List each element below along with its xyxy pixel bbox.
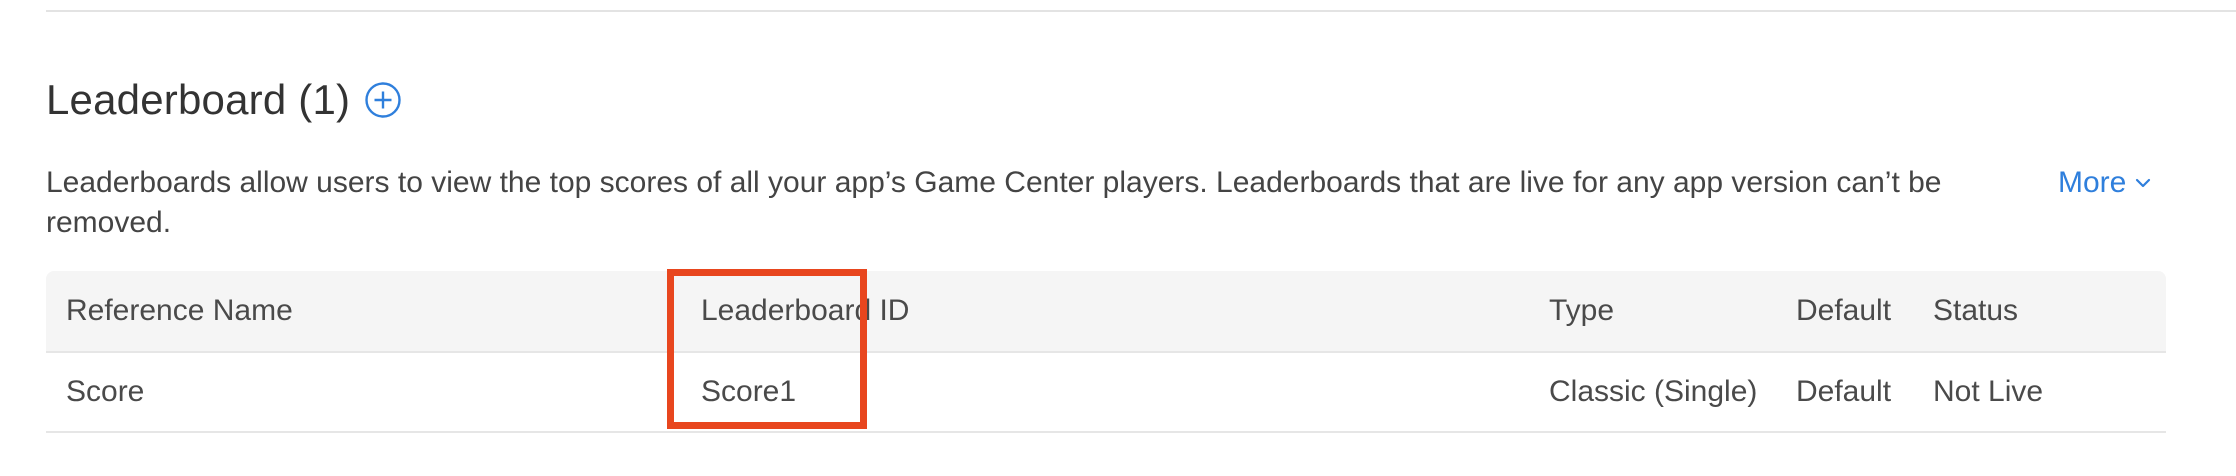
leaderboard-id-cell: Score1 [701,375,797,408]
leaderboard-section: Leaderboard (1) Leaderboards allow users… [46,0,2166,476]
column-header-status[interactable]: Status [1933,271,2018,351]
more-label: More [2058,166,2127,199]
section-title: Leaderboard (1) [46,76,351,123]
reference-name-link[interactable]: Score [66,353,144,431]
section-description: Leaderboards allow users to view the top… [46,166,1942,239]
column-header-type[interactable]: Type [1549,271,1614,351]
status-cell: Not Live [1933,375,2044,408]
table-header: Reference Name Leaderboard ID Type Defau… [46,271,2166,353]
column-header-reference-name[interactable]: Reference Name [66,271,293,351]
leaderboard-table: Reference Name Leaderboard ID Type Defau… [46,269,2166,433]
column-header-leaderboard-id[interactable]: Leaderboard ID [701,271,909,351]
more-toggle[interactable]: More [2058,163,2152,203]
chevron-down-icon [2134,174,2152,192]
default-cell: Default [1796,375,1892,408]
plus-circle-icon [365,82,401,118]
table-row[interactable]: Score Score1 Classic (Single) Default No… [46,353,2166,433]
type-cell: Classic (Single) [1549,375,1758,408]
section-header: Leaderboard (1) [46,72,402,128]
column-header-default[interactable]: Default [1796,271,1891,351]
add-leaderboard-button[interactable] [364,81,402,119]
